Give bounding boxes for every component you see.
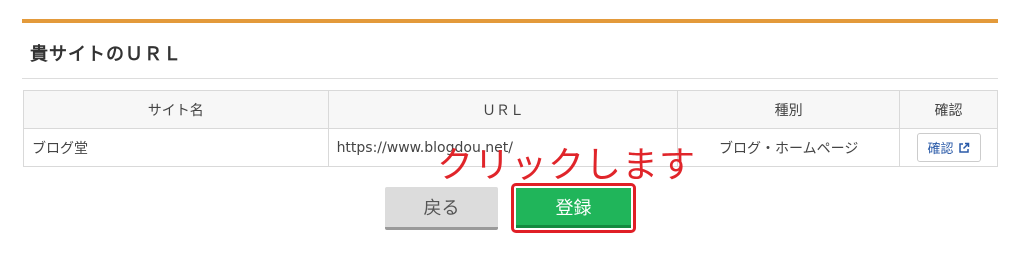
cell-type: ブログ・ホームページ: [677, 128, 901, 167]
cell-confirm: 確認: [899, 128, 998, 167]
back-button[interactable]: 戻る: [385, 187, 498, 230]
title-divider: [22, 78, 998, 79]
header-confirm: 確認: [899, 90, 998, 129]
header-site-name: サイト名: [23, 90, 329, 129]
header-type: 種別: [677, 90, 901, 129]
external-link-icon: [958, 142, 969, 153]
top-accent-rule: [22, 19, 998, 23]
confirm-button[interactable]: 確認: [916, 133, 981, 162]
header-url: ＵＲＬ: [327, 90, 679, 129]
register-button[interactable]: 登録: [516, 188, 631, 228]
table-header-row: サイト名 ＵＲＬ 種別 確認: [23, 90, 998, 129]
confirm-button-label: 確認: [927, 142, 954, 157]
annotation-text: クリックします: [437, 145, 697, 186]
cell-site-name: ブログ堂: [23, 128, 329, 167]
section-title: 貴サイトのＵＲＬ: [30, 44, 182, 65]
